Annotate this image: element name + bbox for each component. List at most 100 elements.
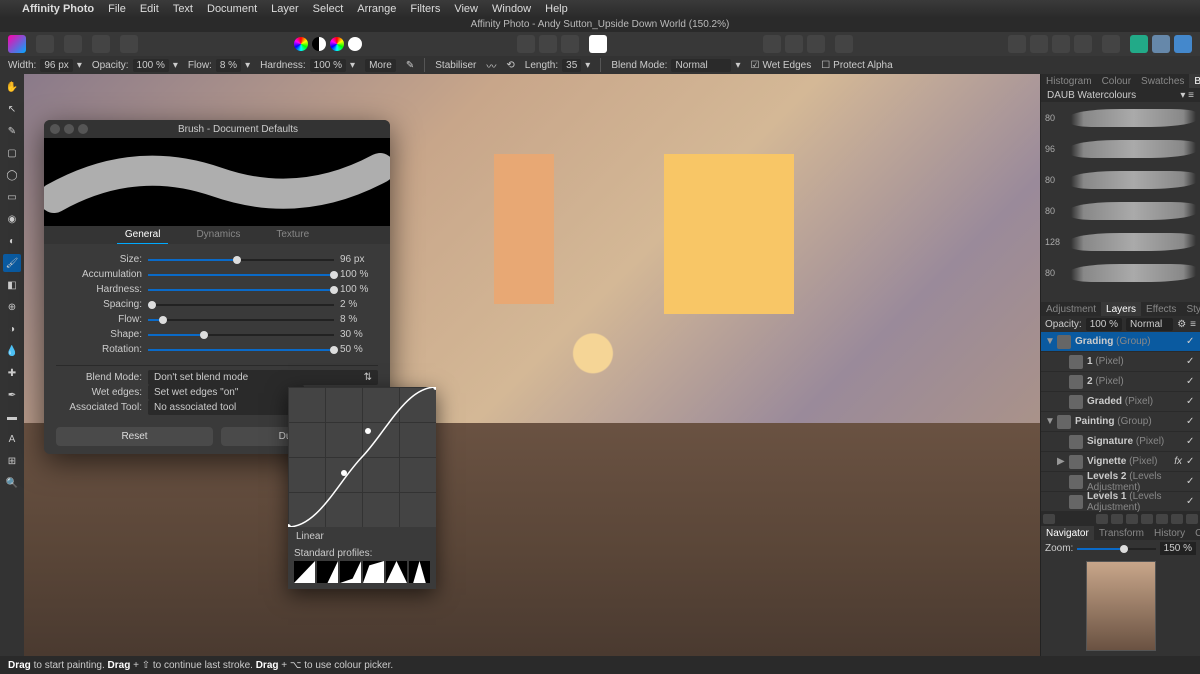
slider-value[interactable]: 8 % — [340, 314, 378, 325]
layer-row[interactable]: 1 (Pixel)✓ — [1041, 352, 1200, 372]
tab-brushes[interactable]: Brushes — [1189, 74, 1200, 88]
text-tool-icon[interactable]: A — [3, 430, 21, 448]
blur-tool-icon[interactable]: 💧 — [3, 342, 21, 360]
curve-editor[interactable] — [288, 387, 436, 527]
disclosure-icon[interactable]: ▼ — [1045, 416, 1053, 427]
snap-margins-icon[interactable] — [561, 35, 579, 53]
menu-view[interactable]: View — [454, 3, 478, 15]
layer-visible-checkbox[interactable]: ✓ — [1186, 476, 1196, 487]
rgb-icon[interactable] — [330, 37, 344, 51]
slider-value[interactable]: 2 % — [340, 299, 378, 310]
reset-button[interactable]: Reset — [56, 427, 213, 446]
stabiliser-mode-icon[interactable]: 〰 — [486, 58, 496, 73]
menu-edit[interactable]: Edit — [140, 3, 159, 15]
delete-layer-icon[interactable] — [1186, 514, 1198, 524]
color-picker-tool-icon[interactable]: ✎ — [3, 122, 21, 140]
disclosure-icon[interactable]: ▶ — [1057, 456, 1065, 467]
layer-row[interactable]: ▼Grading (Group)✓ — [1041, 332, 1200, 352]
stabiliser-rope-icon[interactable]: ⟲ — [506, 60, 514, 71]
tab-dynamics[interactable]: Dynamics — [188, 226, 248, 244]
gear-icon[interactable]: ⚙ — [1177, 319, 1186, 330]
layer-row[interactable]: Graded (Pixel)✓ — [1041, 392, 1200, 412]
app-logo-icon[interactable] — [8, 35, 26, 53]
slider-track[interactable] — [148, 349, 334, 351]
slider-track[interactable] — [148, 289, 334, 291]
layer-row[interactable]: Levels 1 (Levels Adjustment)✓ — [1041, 492, 1200, 512]
selection-icon[interactable] — [1174, 35, 1192, 53]
tab-layers[interactable]: Layers — [1101, 302, 1141, 316]
selection-brush-tool-icon[interactable]: ◯ — [3, 166, 21, 184]
shape-tool-icon[interactable]: ▬ — [3, 408, 21, 426]
layer-visible-checkbox[interactable]: ✓ — [1186, 436, 1196, 447]
tab-swatches[interactable]: Swatches — [1136, 74, 1189, 88]
layer-row[interactable]: ▶Vignette (Pixel)fx✓ — [1041, 452, 1200, 472]
tab-effects[interactable]: Effects — [1141, 302, 1181, 316]
assistant-icon[interactable] — [835, 35, 853, 53]
crop-icon[interactable] — [1141, 514, 1153, 524]
layer-row[interactable]: ▼Painting (Group)✓ — [1041, 412, 1200, 432]
app-name[interactable]: Affinity Photo — [22, 3, 94, 15]
minimize-icon[interactable] — [64, 124, 74, 134]
hardness-value[interactable]: 100 % — [310, 59, 346, 72]
hamburger-icon[interactable]: ≡ — [1190, 319, 1196, 330]
chevron-down-icon[interactable]: ▾ — [735, 60, 740, 71]
chevron-down-icon[interactable]: ▾ — [350, 60, 355, 71]
width-value[interactable]: 96 px — [40, 59, 72, 72]
maximize-icon[interactable] — [78, 124, 88, 134]
profile-smooth[interactable] — [340, 561, 361, 583]
chevron-down-icon[interactable]: ▾ — [77, 60, 82, 71]
slider-value[interactable]: 50 % — [340, 344, 378, 355]
length-value[interactable]: 35 — [562, 59, 581, 72]
dodge-tool-icon[interactable]: ◑ — [3, 320, 21, 338]
move-front-icon[interactable] — [1030, 35, 1048, 53]
disclosure-icon[interactable]: ▼ — [1045, 336, 1053, 347]
layer-visible-checkbox[interactable]: ✓ — [1186, 396, 1196, 407]
zoom-value[interactable]: 150 % — [1160, 542, 1196, 555]
tab-transform[interactable]: Transform — [1094, 526, 1149, 540]
menu-arrange[interactable]: Arrange — [357, 3, 396, 15]
flood-tool-icon[interactable]: ◉ — [3, 210, 21, 228]
snap-grid-icon[interactable] — [517, 35, 535, 53]
chevron-down-icon[interactable]: ▾ — [585, 60, 590, 71]
profile-linear[interactable] — [294, 561, 315, 583]
quick-mask-icon[interactable] — [1130, 35, 1148, 53]
blendmode-select[interactable]: Don't set blend mode⇅ — [148, 370, 378, 385]
snap-guides-icon[interactable] — [539, 35, 557, 53]
more-button[interactable]: More — [365, 59, 396, 72]
slider-track[interactable] — [148, 259, 334, 261]
brush-item[interactable]: 80 — [1041, 164, 1200, 195]
layer-visible-checkbox[interactable]: ✓ — [1186, 456, 1196, 467]
tab-general[interactable]: General — [117, 226, 169, 244]
arrange-icon[interactable] — [807, 35, 825, 53]
crop-tool-icon[interactable]: ▢ — [3, 144, 21, 162]
marquee-tool-icon[interactable]: ▭ — [3, 188, 21, 206]
group-icon[interactable] — [1156, 514, 1168, 524]
layer-list[interactable]: ▼Grading (Group)✓1 (Pixel)✓2 (Pixel)✓Gra… — [1041, 332, 1200, 512]
slider-value[interactable]: 30 % — [340, 329, 378, 340]
layer-row[interactable]: 2 (Pixel)✓ — [1041, 372, 1200, 392]
fx-badge[interactable]: fx — [1174, 456, 1182, 467]
menu-help[interactable]: Help — [545, 3, 568, 15]
menu-text[interactable]: Text — [173, 3, 193, 15]
tab-histogram[interactable]: Histogram — [1041, 74, 1097, 88]
menu-document[interactable]: Document — [207, 3, 257, 15]
brush-item[interactable]: 128 — [1041, 226, 1200, 257]
brush-item[interactable]: 80 — [1041, 257, 1200, 288]
layer-visible-checkbox[interactable]: ✓ — [1186, 356, 1196, 367]
persona-liquify-icon[interactable] — [64, 35, 82, 53]
brush-item[interactable]: 80 — [1041, 195, 1200, 226]
mesh-tool-icon[interactable]: ⊞ — [3, 452, 21, 470]
gradient-tool-icon[interactable]: ◐ — [3, 232, 21, 250]
wetedges-select[interactable]: Set wet edges "on"⇅ — [148, 385, 304, 400]
healing-tool-icon[interactable]: ✚ — [3, 364, 21, 382]
slider-track[interactable] — [148, 319, 334, 321]
menu-filters[interactable]: Filters — [410, 3, 440, 15]
brush-item[interactable]: 96 — [1041, 133, 1200, 164]
layer-visible-checkbox[interactable]: ✓ — [1186, 496, 1196, 507]
erase-tool-icon[interactable]: ◧ — [3, 276, 21, 294]
move-tool-icon[interactable]: ↖ — [3, 100, 21, 118]
layer-visible-checkbox[interactable]: ✓ — [1186, 336, 1196, 347]
close-icon[interactable] — [50, 124, 60, 134]
fx-icon[interactable] — [1126, 514, 1138, 524]
slider-value[interactable]: 96 px — [340, 254, 378, 265]
